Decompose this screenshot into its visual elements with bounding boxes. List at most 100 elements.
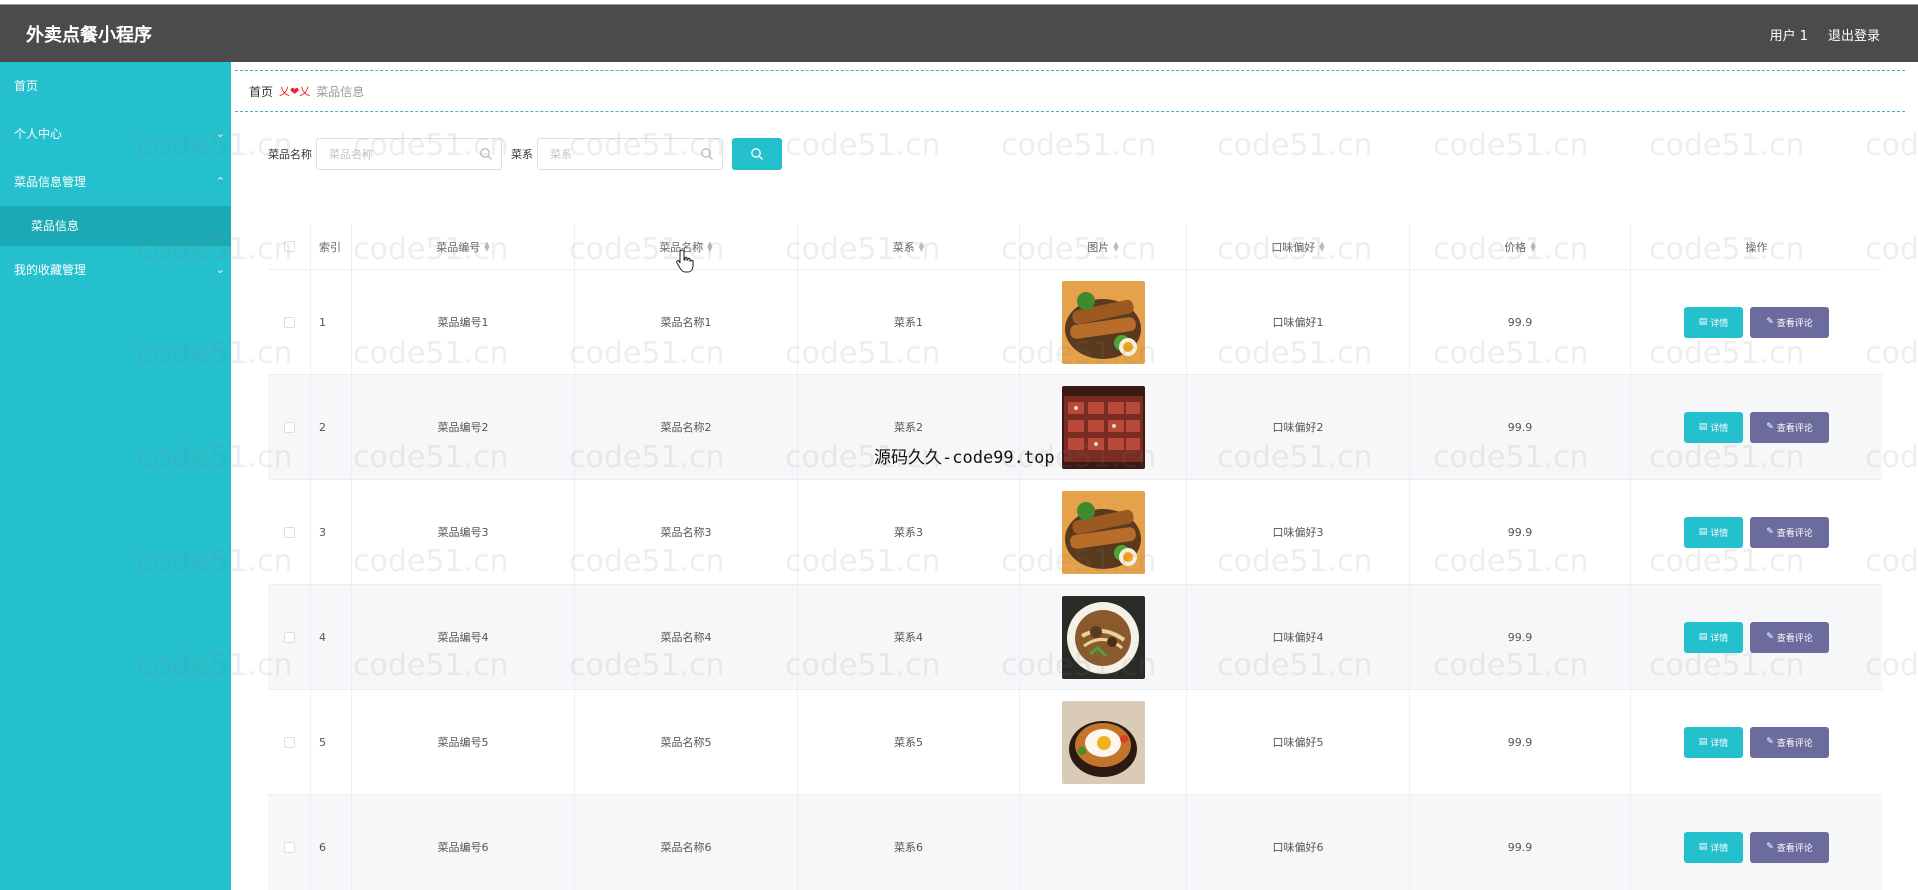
row-checkbox[interactable] xyxy=(283,631,295,643)
cell-index: 2 xyxy=(311,375,352,479)
table-row: 4 菜品编号4 菜品名称4 菜系4 口味偏好4 99.9 ▤ 详情 ✎ 查看评论 xyxy=(268,585,1882,690)
header-taste[interactable]: 口味偏好 ▲ ▼ xyxy=(1187,224,1410,269)
category-input[interactable] xyxy=(538,139,722,169)
price-text: 99.9 xyxy=(1507,735,1533,749)
sidebar-item-personal-center[interactable]: 个人中心 ⌄ xyxy=(0,110,231,158)
row-checkbox[interactable] xyxy=(283,526,295,538)
dish-code-text: 菜品编号3 xyxy=(437,526,489,539)
table-header-row: 索引 菜品编号 ▲ ▼ 菜品名称 ▲ ▼ 菜系 ▲ ▼ 图片 ▲ ▼ 口味偏好 ▲ ▼ 价格 ▲ ▼ 操… xyxy=(268,224,1882,270)
cell-actions: ▤ 详情 ✎ 查看评论 xyxy=(1631,585,1882,689)
search-icon xyxy=(751,148,763,160)
dish-image[interactable] xyxy=(1061,280,1145,364)
document-icon: ▤ xyxy=(1698,737,1708,747)
view-comments-button[interactable]: ✎ 查看评论 xyxy=(1750,411,1829,443)
search-bar: 菜品名称 菜系 xyxy=(268,138,782,170)
app-title: 外卖点餐小程序 xyxy=(26,25,152,46)
user-name[interactable]: 用户 1 xyxy=(1770,25,1808,44)
sidebar-item-home[interactable]: 首页 xyxy=(0,62,231,110)
dish-image[interactable] xyxy=(1061,595,1145,679)
sort-icon[interactable]: ▲ ▼ xyxy=(1319,240,1324,252)
dish-image[interactable] xyxy=(1061,385,1145,469)
dish-name-label: 菜品名称 xyxy=(268,148,312,161)
sort-icon[interactable]: ▲ ▼ xyxy=(707,240,712,252)
view-comments-button[interactable]: ✎ 查看评论 xyxy=(1750,516,1829,548)
table-row: 1 菜品编号1 菜品名称1 菜系1 口味偏好1 99.9 ▤ 详情 ✎ 查看评论 xyxy=(268,270,1882,375)
breadcrumb-home[interactable]: 首页 xyxy=(249,83,273,100)
view-comments-button[interactable]: ✎ 查看评论 xyxy=(1750,306,1829,338)
detail-button[interactable]: ▤ 详情 xyxy=(1684,411,1743,443)
comment-label: 查看评论 xyxy=(1776,318,1813,329)
sort-icon[interactable]: ▲ ▼ xyxy=(1530,240,1535,252)
header-image[interactable]: 图片 ▲ ▼ xyxy=(1020,224,1187,269)
detail-button[interactable]: ▤ 详情 xyxy=(1684,726,1743,758)
price-text: 99.9 xyxy=(1507,315,1533,329)
cell-actions: ▤ 详情 ✎ 查看评论 xyxy=(1631,690,1882,794)
row-checkbox-cell xyxy=(268,585,311,689)
detail-button[interactable]: ▤ 详情 xyxy=(1684,516,1743,548)
row-checkbox-cell xyxy=(268,375,311,479)
cell-category: 菜系4 xyxy=(798,585,1020,689)
row-checkbox[interactable] xyxy=(283,421,295,433)
cell-actions: ▤ 详情 ✎ 查看评论 xyxy=(1631,270,1882,374)
document-icon: ▤ xyxy=(1698,317,1708,327)
dish-code-text: 菜品编号6 xyxy=(437,841,489,854)
row-checkbox[interactable] xyxy=(283,316,295,328)
category-text: 菜系6 xyxy=(894,841,923,854)
row-checkbox-cell xyxy=(268,690,311,794)
document-icon: ▤ xyxy=(1698,842,1708,852)
comment-label: 查看评论 xyxy=(1776,633,1813,644)
cell-index: 1 xyxy=(311,270,352,374)
select-all-checkbox[interactable] xyxy=(283,241,295,252)
column-header: 价格 xyxy=(1504,240,1527,254)
sidebar-item-label: 我的收藏管理 xyxy=(14,263,87,277)
detail-button[interactable]: ▤ 详情 xyxy=(1684,621,1743,653)
dish-code-text: 菜品编号5 xyxy=(437,736,489,749)
sidebar-item-label: 首页 xyxy=(14,79,39,93)
sort-icon[interactable]: ▲ ▼ xyxy=(484,240,489,252)
logout-link[interactable]: 退出登录 xyxy=(1828,25,1880,44)
index-text: 4 xyxy=(319,630,326,644)
row-checkbox[interactable] xyxy=(283,736,295,748)
header-index: 索引 xyxy=(311,224,352,269)
cell-price: 99.9 xyxy=(1410,585,1631,689)
cell-category: 菜系6 xyxy=(798,795,1020,890)
chevron-up-icon: ⌃ xyxy=(215,175,225,188)
edit-icon: ✎ xyxy=(1766,737,1774,747)
sidebar-item-dish-management[interactable]: 菜品信息管理 ⌃ xyxy=(0,158,231,206)
view-comments-button[interactable]: ✎ 查看评论 xyxy=(1750,621,1829,653)
edit-icon: ✎ xyxy=(1766,422,1774,432)
cell-dish-code: 菜品编号6 xyxy=(352,795,575,890)
header-price[interactable]: 价格 ▲ ▼ xyxy=(1410,224,1631,269)
sort-icon[interactable]: ▲ ▼ xyxy=(919,240,924,252)
sort-icon[interactable]: ▲ ▼ xyxy=(1113,240,1118,252)
cell-dish-name: 菜品名称6 xyxy=(575,795,798,890)
dish-name-text: 菜品名称5 xyxy=(660,736,712,749)
cell-dish-name: 菜品名称2 xyxy=(575,375,798,479)
top-right-menu: 用户 1 退出登录 xyxy=(1770,25,1880,44)
edit-icon: ✎ xyxy=(1766,632,1774,642)
document-icon: ▤ xyxy=(1698,632,1708,642)
dish-table: 索引 菜品编号 ▲ ▼ 菜品名称 ▲ ▼ 菜系 ▲ ▼ 图片 ▲ ▼ 口味偏好 ▲ ▼ 价格 ▲ ▼ 操… xyxy=(268,224,1882,890)
cell-index: 3 xyxy=(311,480,352,584)
dish-name-input[interactable] xyxy=(317,139,501,169)
dish-name-field xyxy=(316,138,502,170)
search-button[interactable] xyxy=(732,138,782,170)
view-comments-button[interactable]: ✎ 查看评论 xyxy=(1750,831,1829,863)
row-checkbox[interactable] xyxy=(283,841,295,853)
cell-price: 99.9 xyxy=(1410,480,1631,584)
price-text: 99.9 xyxy=(1507,420,1533,434)
detail-button[interactable]: ▤ 详情 xyxy=(1684,306,1743,338)
sidebar-item-favorites-management[interactable]: 我的收藏管理 ⌄ xyxy=(0,246,231,294)
dish-image[interactable] xyxy=(1061,700,1145,784)
view-comments-button[interactable]: ✎ 查看评论 xyxy=(1750,726,1829,758)
detail-button[interactable]: ▤ 详情 xyxy=(1684,831,1743,863)
header-dish-code[interactable]: 菜品编号 ▲ ▼ xyxy=(352,224,575,269)
header-category[interactable]: 菜系 ▲ ▼ xyxy=(798,224,1020,269)
cell-index: 6 xyxy=(311,795,352,890)
detail-label: 详情 xyxy=(1710,318,1729,329)
comment-label: 查看评论 xyxy=(1776,843,1813,854)
dish-image[interactable] xyxy=(1061,490,1145,574)
cell-category: 菜系1 xyxy=(798,270,1020,374)
sidebar-subitem-dish-info[interactable]: 菜品信息 xyxy=(0,206,231,246)
row-checkbox-cell xyxy=(268,480,311,584)
